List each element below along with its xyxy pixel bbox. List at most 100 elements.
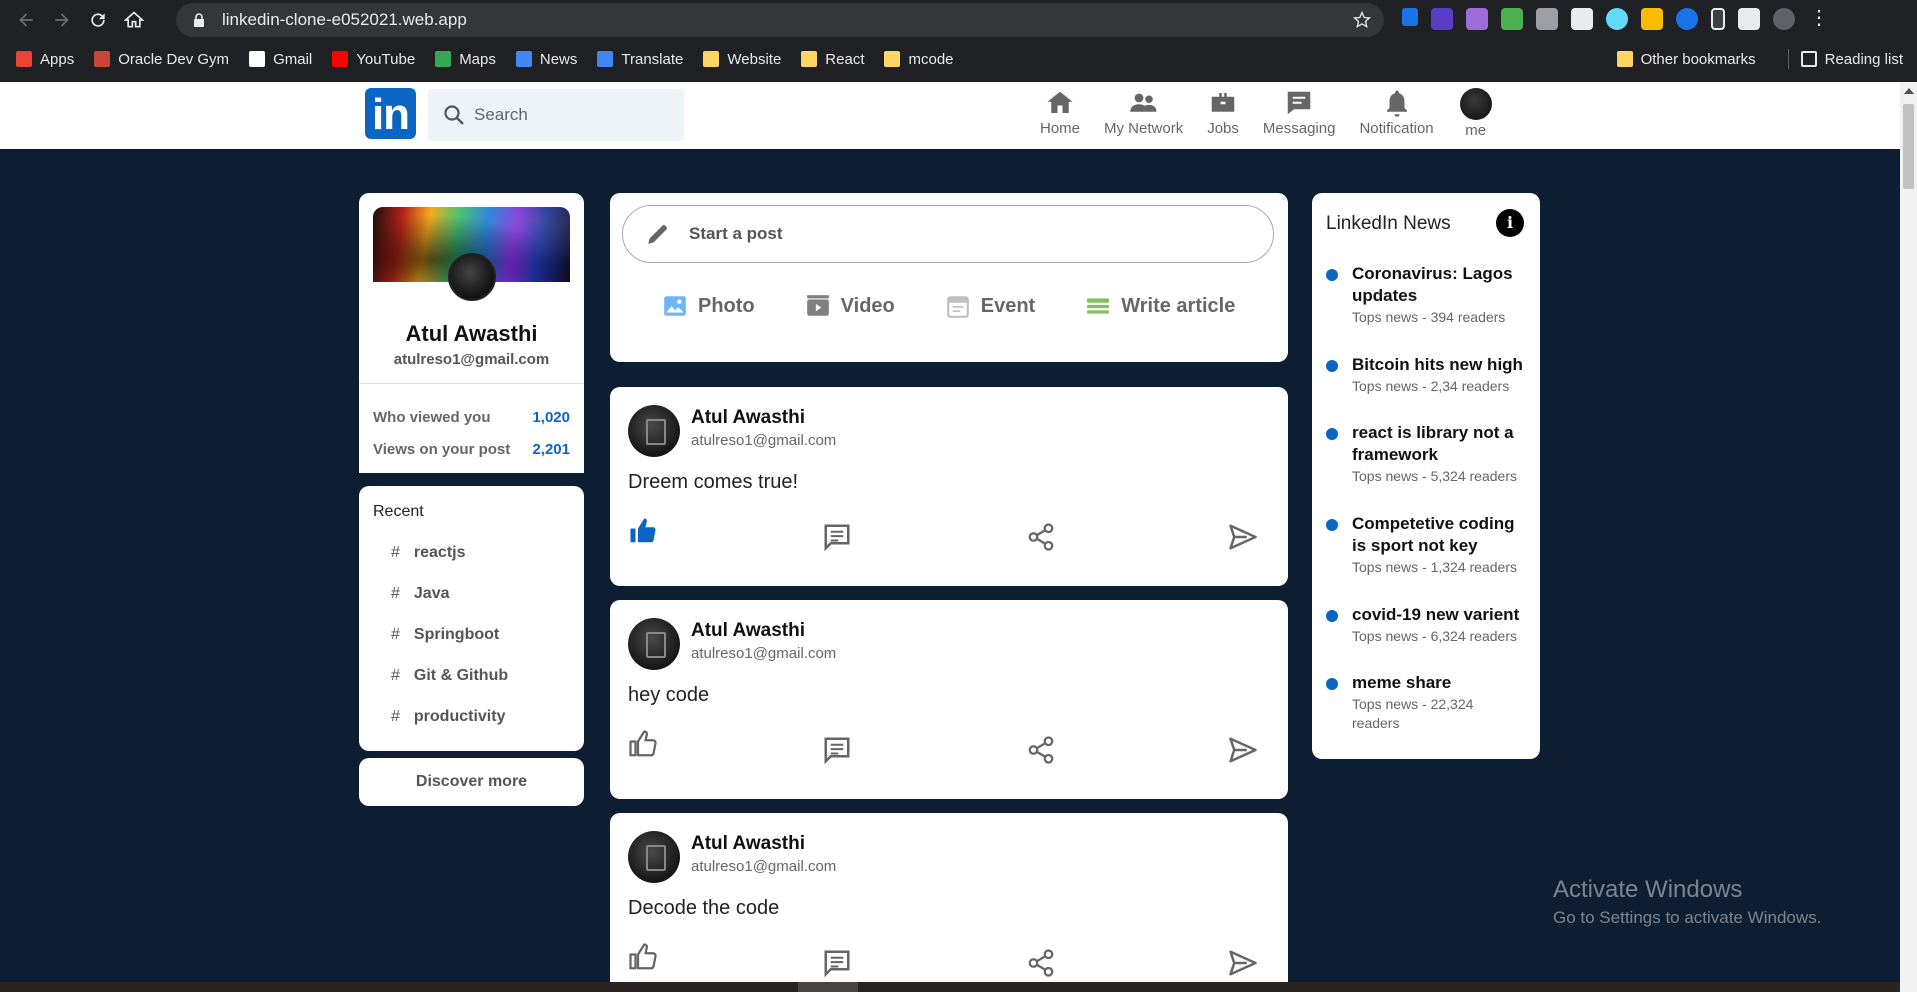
bookmark-label: Oracle Dev Gym <box>118 50 230 68</box>
bookmark-item[interactable]: News <box>515 51 577 68</box>
bookmark-favicon-icon <box>515 51 532 67</box>
write-article-button[interactable]: Write article <box>1085 293 1235 319</box>
avatar[interactable] <box>628 405 680 457</box>
hash-icon: # <box>391 626 400 643</box>
stat-who-viewed[interactable]: Who viewed you 1,020 <box>373 409 570 426</box>
bookmark-item[interactable]: React <box>801 51 864 68</box>
video-button[interactable]: Video <box>805 293 895 319</box>
reading-list[interactable]: Reading list <box>1800 51 1903 68</box>
extension-icon[interactable] <box>1501 8 1523 30</box>
bookmark-item[interactable]: mcode <box>884 51 954 68</box>
profile-avatar-icon[interactable] <box>1773 8 1795 30</box>
nav-home[interactable]: Home <box>1040 88 1080 139</box>
message-icon <box>1287 91 1311 115</box>
bookmark-item[interactable]: YouTube <box>332 51 415 68</box>
bookmark-item[interactable]: Maps <box>435 51 496 68</box>
recent-item[interactable]: # productivity <box>391 708 505 726</box>
comment-button[interactable] <box>822 522 852 552</box>
comment-button[interactable] <box>822 735 852 765</box>
profile-avatar[interactable] <box>448 253 496 301</box>
post-author-name[interactable]: Atul Awasthi <box>691 620 805 642</box>
recent-item[interactable]: # Git & Github <box>391 667 508 685</box>
news-item[interactable]: Bitcoin hits new high Tops news - 2,34 r… <box>1326 354 1532 396</box>
send-button[interactable] <box>1228 735 1258 765</box>
linkedin-header: in Search Home My Network Jobs Messaging… <box>0 82 1900 149</box>
stat-post-views[interactable]: Views on your post 2,201 <box>373 441 570 458</box>
apps-grid-icon <box>16 51 32 67</box>
bookmark-item[interactable]: Translate <box>597 51 683 68</box>
avatar[interactable] <box>628 618 680 670</box>
news-item[interactable]: react is library not a framework Tops ne… <box>1326 422 1532 486</box>
forward-button[interactable] <box>44 2 80 38</box>
post-body: Dreem comes true! <box>628 471 799 493</box>
news-item[interactable]: covid-19 new varient Tops news - 6,324 r… <box>1326 604 1532 646</box>
nav-me[interactable]: me <box>1459 88 1492 139</box>
puzzle-icon[interactable] <box>1738 8 1760 30</box>
news-item[interactable]: Coronavirus: Lagos updates Tops news - 3… <box>1326 263 1532 327</box>
info-icon[interactable]: i <box>1496 209 1524 237</box>
share-button[interactable] <box>1026 948 1056 978</box>
search-icon <box>444 105 464 125</box>
nav-my-network[interactable]: My Network <box>1104 88 1183 139</box>
share-button[interactable] <box>1026 522 1056 552</box>
nav-jobs[interactable]: Jobs <box>1207 88 1239 139</box>
kebab-menu-icon[interactable]: ⋮ <box>1808 8 1830 30</box>
extension-icon[interactable] <box>1466 8 1488 30</box>
share-button[interactable] <box>1026 735 1056 765</box>
nav-home-label: Home <box>1040 120 1081 137</box>
extension-icon[interactable] <box>1536 8 1558 30</box>
like-button[interactable] <box>628 516 658 546</box>
send-button[interactable] <box>1228 522 1258 552</box>
bookmark-star-icon[interactable] <box>1352 10 1372 30</box>
page-scrollbar[interactable] <box>1900 82 1917 992</box>
post-author-name[interactable]: Atul Awasthi <box>691 407 805 429</box>
extension-icon[interactable] <box>1606 8 1628 30</box>
main-nav: Home My Network Jobs Messaging Notificat… <box>1040 88 1516 139</box>
scroll-up-arrow[interactable] <box>1904 88 1914 94</box>
linkedin-logo[interactable]: in <box>365 88 416 139</box>
send-button[interactable] <box>1228 948 1258 978</box>
nav-messaging[interactable]: Messaging <box>1263 88 1335 139</box>
post-author-name[interactable]: Atul Awasthi <box>691 833 805 855</box>
event-button[interactable]: Event <box>945 293 1035 319</box>
bookmark-item[interactable]: Website <box>703 51 781 68</box>
bookmark-item[interactable]: Apps <box>16 51 74 68</box>
thumbs-up-icon <box>629 730 657 757</box>
comment-icon <box>824 524 850 552</box>
home-button[interactable] <box>116 2 152 38</box>
back-button[interactable] <box>8 2 44 38</box>
recent-item-label: Springboot <box>413 626 500 643</box>
search-input[interactable]: Search <box>428 89 684 141</box>
address-bar[interactable]: linkedin-clone-e052021.web.app <box>176 3 1384 37</box>
news-subtitle: Tops news - 2,34 readers <box>1352 378 1510 394</box>
bookmark-item[interactable]: Gmail <box>249 51 312 68</box>
extension-icon[interactable] <box>1676 8 1698 30</box>
photo-button[interactable]: Photo <box>662 293 755 319</box>
reload-button[interactable] <box>80 2 116 38</box>
extension-icon[interactable] <box>1571 8 1593 30</box>
news-item[interactable]: meme share Tops news - 22,324 readers <box>1326 672 1532 733</box>
news-item[interactable]: Competetive coding is sport not key Tops… <box>1326 513 1532 577</box>
extension-icon[interactable] <box>1402 8 1418 26</box>
extension-icon[interactable] <box>1711 8 1725 30</box>
bullet-icon <box>1326 610 1338 622</box>
extension-icon[interactable] <box>1641 8 1663 30</box>
home-outline-icon <box>124 11 144 28</box>
start-post-input[interactable]: Start a post <box>622 205 1274 263</box>
avatar[interactable] <box>628 831 680 883</box>
comment-button[interactable] <box>822 948 852 978</box>
nav-notification[interactable]: Notification <box>1359 88 1434 139</box>
scroll-thumb[interactable] <box>1903 104 1914 189</box>
recent-item[interactable]: # reactjs <box>391 544 466 562</box>
browser-chrome: linkedin-clone-e052021.web.app ⋮ Apps Ora… <box>0 0 1917 82</box>
recent-item[interactable]: # Java <box>391 585 450 603</box>
extension-icon[interactable] <box>1431 8 1453 30</box>
discover-more-button[interactable]: Discover more <box>359 758 584 806</box>
like-button[interactable] <box>628 942 658 972</box>
bullet-icon <box>1326 519 1338 531</box>
recent-item[interactable]: # Springboot <box>391 626 499 644</box>
recent-item-label: productivity <box>413 708 506 725</box>
bookmark-item[interactable]: Oracle Dev Gym <box>94 51 229 68</box>
like-button[interactable] <box>628 729 658 759</box>
other-bookmarks[interactable]: Other bookmarks <box>1616 51 1756 68</box>
